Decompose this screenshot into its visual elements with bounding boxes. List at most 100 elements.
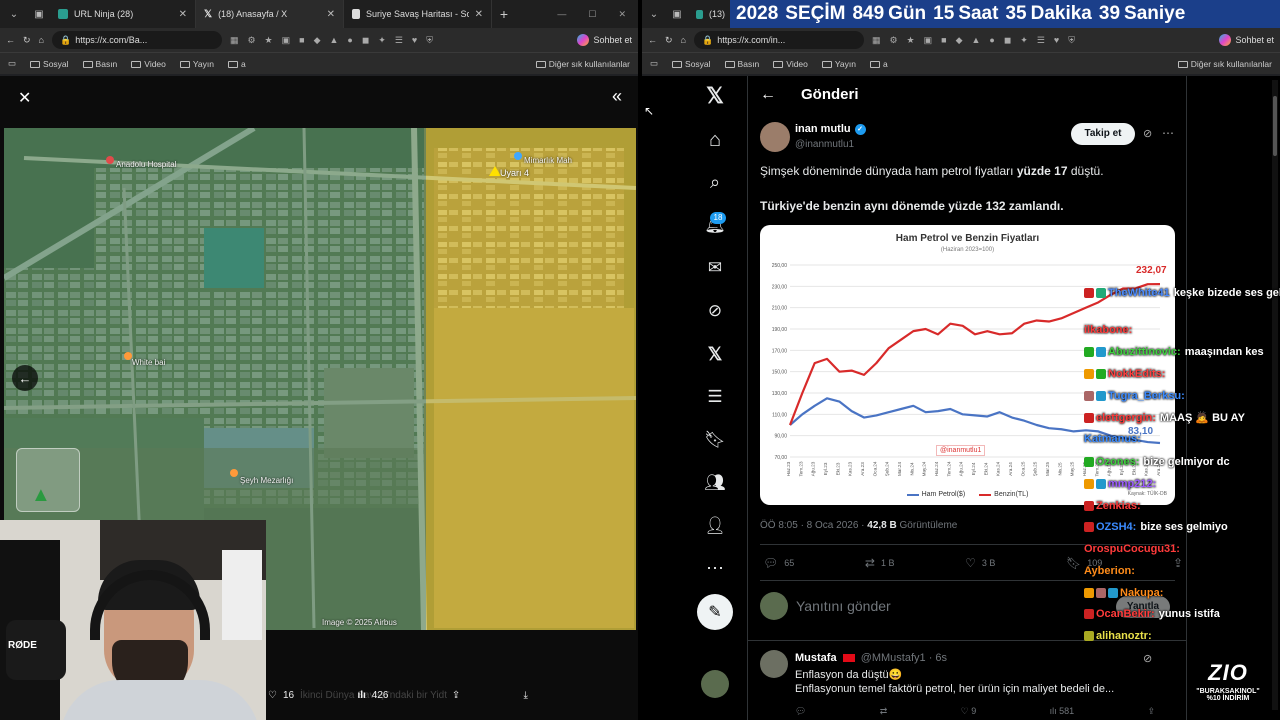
chat-message: alihanoztr: (1084, 630, 1152, 642)
tab-anasayfa[interactable]: 𝕏 (18) Anasayfa / X ✕ (196, 0, 344, 28)
close-icon[interactable]: ✕ (475, 9, 483, 20)
url-field[interactable]: 🔒 https://x.com/in... (693, 31, 864, 49)
bookmark-video[interactable]: Video (773, 59, 808, 69)
share-icon[interactable]: ⇪ (1173, 556, 1183, 570)
chat-badge-icon (1096, 369, 1106, 380)
repost-action[interactable]: ⇄ 1 B (865, 556, 895, 570)
mic-brand-logo: RØDE (8, 640, 37, 651)
back-icon[interactable]: ← (648, 35, 657, 45)
bookmark-other[interactable]: Diğer sık kullanılanlar (535, 59, 630, 69)
close-icon[interactable]: ✕ (179, 9, 187, 20)
share-icon[interactable]: ⇪ (1147, 706, 1155, 717)
chat-username: elettgergin: (1096, 412, 1156, 424)
tab-actions-icon[interactable]: ⌄ (642, 0, 666, 28)
tab-actions-icon[interactable]: ⌄ (0, 0, 28, 28)
bookmark-sosyal[interactable]: Sosyal (30, 59, 69, 69)
chat-message: Abuzittinovic: maaşından kes (1084, 346, 1264, 358)
author-avatar[interactable] (760, 122, 790, 152)
reply-grok-icon[interactable]: ⊘ (1143, 652, 1152, 665)
back-arrow-icon[interactable]: ← (760, 86, 776, 104)
tab-url-ninja[interactable]: URL Ninja (28) ✕ (50, 0, 196, 28)
bookmark-other[interactable]: Diğer sık kullanılanlar (1177, 59, 1272, 69)
author-handle[interactable]: @inanmutlu1 (795, 139, 854, 150)
workspaces-icon[interactable]: ▣ (28, 0, 50, 28)
copilot-button[interactable]: Sohbet et (1219, 34, 1274, 46)
reply-icon[interactable]: 💬︎ (795, 706, 806, 717)
copilot-icon (1219, 34, 1232, 46)
bookmark-basin[interactable]: Basın (724, 59, 759, 69)
tab-current[interactable]: (13) (688, 0, 734, 28)
like-action[interactable]: ♡ 16 (268, 690, 294, 701)
bookmark-video[interactable]: Video (131, 59, 166, 69)
bookmark-sosyal[interactable]: Sosyal (672, 59, 711, 69)
media-prev-button[interactable]: ← (12, 365, 38, 391)
account-avatar[interactable] (701, 670, 729, 698)
chat-username: alihanoztr: (1096, 630, 1152, 642)
views-action[interactable]: ılı 426 (357, 690, 388, 701)
grok-explain-icon[interactable]: ⊘ (1143, 127, 1152, 140)
post-compose-button[interactable]: ✎ (697, 594, 733, 630)
chat-username: TheWhite41 (1108, 287, 1170, 299)
bookmark-yayin[interactable]: Yayın (821, 59, 856, 69)
close-icon[interactable]: ✕ (327, 9, 335, 20)
bookmark-a[interactable]: a (228, 59, 246, 69)
bookmark-a[interactable]: a (870, 59, 888, 69)
chat-message: Ozones: bize gelmiyor dc (1084, 456, 1230, 468)
communities-nav-icon[interactable]: 👥︎ (703, 471, 727, 495)
views-action[interactable]: ılı 581 (1050, 706, 1075, 717)
bookmark-yayin[interactable]: Yayın (179, 59, 214, 69)
bookmarks-nav-icon[interactable]: 🔖︎ (703, 428, 727, 452)
chat-username: Zenkias: (1096, 500, 1141, 512)
copilot-button[interactable]: Sohbet et (577, 34, 632, 46)
map-minimap[interactable]: ▲ (16, 448, 80, 512)
extensions-icons[interactable]: ▦⚙★▣■◆▲●◼✦☰♥⛨ (872, 35, 1084, 46)
messages-nav-icon[interactable]: ✉ (703, 256, 727, 280)
chat-message: Zenkias: (1084, 500, 1141, 512)
reply-action[interactable]: 💬︎ 65 (763, 556, 794, 570)
download-icon[interactable]: ⤓ (524, 690, 528, 701)
repost-icon[interactable]: ⇄ (880, 706, 888, 717)
close-media-icon[interactable]: ✕ (18, 88, 31, 108)
chat-badge-icon (1084, 522, 1094, 533)
scrollbar-thumb[interactable] (1273, 96, 1277, 156)
new-tab-icon[interactable]: + (492, 0, 516, 28)
like-action[interactable]: ♡ 9 (961, 706, 977, 717)
profile-nav-icon[interactable]: 👤︎ (703, 514, 727, 538)
url-field[interactable]: 🔒 https://x.com/Ba... (51, 31, 222, 49)
more-nav-icon[interactable]: ⋯ (703, 556, 727, 580)
chat-text: keşke bizede ses gelse (1173, 287, 1280, 299)
reply-author[interactable]: Mustafa @MMustafy1 · 6s (795, 652, 947, 664)
x-tick-label: Oca.25 (1020, 461, 1025, 476)
back-icon[interactable]: ← (6, 35, 15, 45)
close-window-icon[interactable]: ✕ (618, 9, 626, 20)
reply-input[interactable]: Yanıtını gönder (796, 598, 891, 614)
search-nav-icon[interactable]: ⌕ (703, 170, 727, 194)
maximize-icon[interactable]: ☐ (588, 9, 596, 20)
share-icon[interactable]: ⇪ (452, 690, 460, 701)
x-tick-label: Eyl.24 (971, 462, 976, 475)
home-icon[interactable]: ⌂ (681, 35, 686, 45)
refresh-icon[interactable]: ↻ (665, 35, 673, 46)
minimize-icon[interactable]: — (557, 9, 566, 20)
more-options-icon[interactable]: ⋯ (1162, 126, 1174, 140)
refresh-icon[interactable]: ↻ (23, 35, 31, 46)
workspaces-icon[interactable]: ▣ (666, 0, 688, 28)
tab-suriye[interactable]: Suriye Savaş Haritası - Son Dak ✕ (344, 0, 492, 28)
extensions-icons[interactable]: ▦⚙★▣■◆▲●◼✦☰♥⛨ (230, 35, 442, 46)
like-action[interactable]: ♡ 3 B (965, 556, 995, 570)
bookmarks-menu-icon[interactable]: ▭ (8, 58, 16, 69)
home-icon[interactable]: ⌂ (39, 35, 44, 45)
chat-message: Nakupa: (1084, 587, 1163, 599)
author-name[interactable]: inan mutlu ✓ (795, 123, 866, 135)
x-logo-icon[interactable]: 𝕏 (703, 83, 727, 108)
grok-nav-icon[interactable]: ⊘ (703, 299, 727, 323)
home-nav-icon[interactable]: ⌂ (703, 128, 727, 152)
collapse-panel-icon[interactable]: « (612, 86, 622, 107)
reply-author-avatar[interactable] (760, 650, 788, 678)
premium-nav-icon[interactable]: 𝕏 (703, 342, 727, 366)
lists-nav-icon[interactable]: ☰ (703, 385, 727, 409)
y-tick-label: 130,00 (772, 391, 788, 397)
bookmarks-menu-icon[interactable]: ▭ (650, 58, 658, 69)
bookmark-basin[interactable]: Basın (82, 59, 117, 69)
follow-button[interactable]: Takip et (1071, 123, 1135, 145)
